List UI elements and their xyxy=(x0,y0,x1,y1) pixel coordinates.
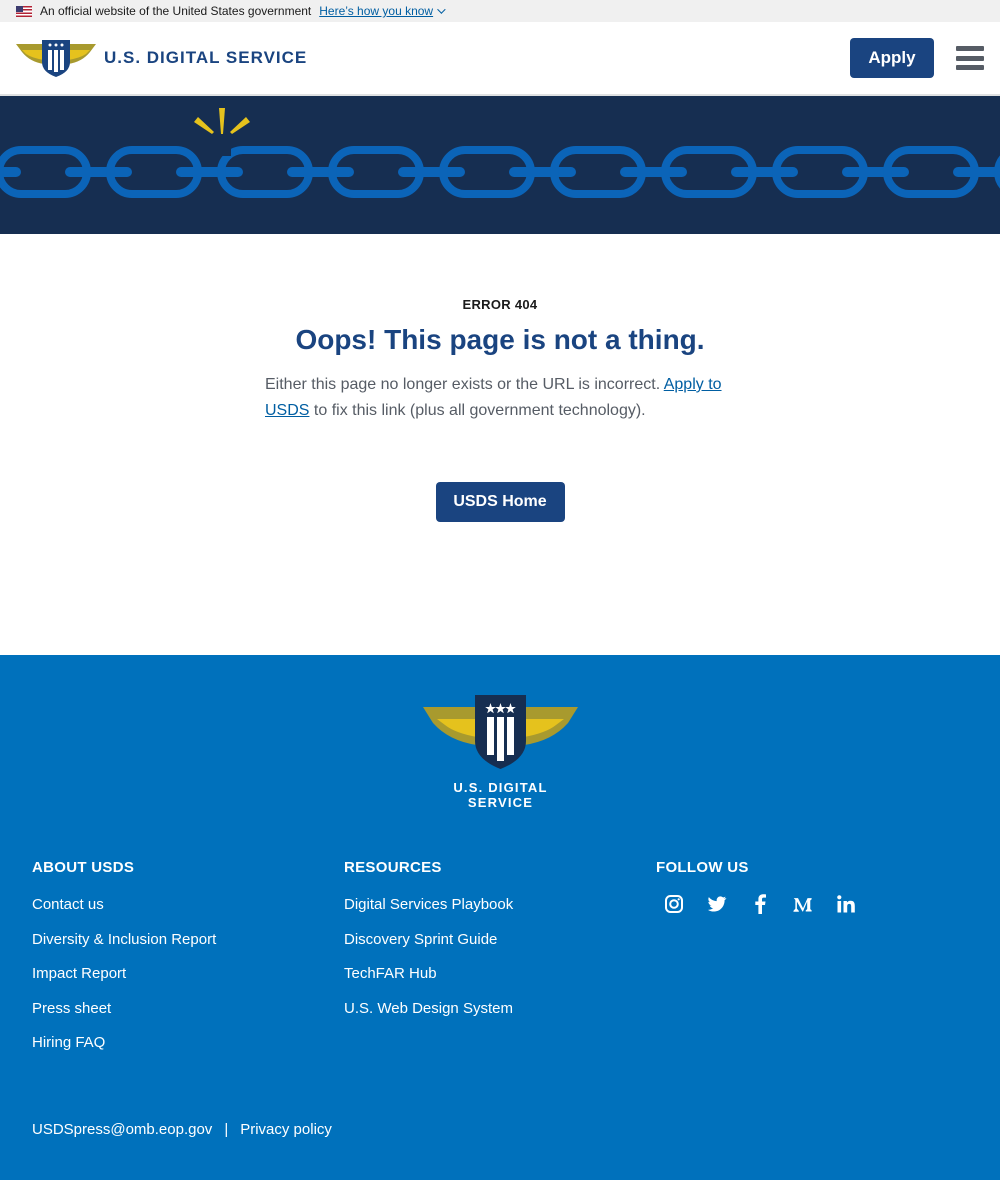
error-description-text: Either this page no longer exists or the… xyxy=(265,376,664,393)
heres-how-you-know-label[interactable]: Here’s how you know xyxy=(319,4,433,18)
footer-col-about: ABOUT USDS Contact us Diversity & Inclus… xyxy=(32,859,344,1069)
error-content: ERROR 404 Oops! This page is not a thing… xyxy=(0,234,1000,655)
footer-heading-about: ABOUT USDS xyxy=(32,859,135,876)
chain-connector xyxy=(509,167,576,177)
linkedin-icon[interactable] xyxy=(836,894,856,914)
chain-connector xyxy=(842,167,909,177)
site-header: U.S. DIGITAL SERVICE Apply xyxy=(0,22,1000,96)
us-flag-icon xyxy=(16,5,32,17)
footer-col-follow: FOLLOW US xyxy=(656,859,968,1069)
chain-connector xyxy=(65,167,132,177)
hero-broken-chain xyxy=(0,96,1000,234)
usds-wings-icon xyxy=(16,40,96,77)
chain-connector xyxy=(176,167,243,177)
logo-text: U.S. DIGITAL SERVICE xyxy=(104,48,308,67)
chain-break xyxy=(213,136,231,156)
privacy-policy-link[interactable]: Privacy policy xyxy=(240,1121,332,1138)
instagram-icon[interactable] xyxy=(664,894,684,914)
footer-link-hiring-faq[interactable]: Hiring FAQ xyxy=(32,1034,344,1069)
footer-link-techfar[interactable]: TechFAR Hub xyxy=(344,965,656,1000)
header-actions: Apply xyxy=(850,38,984,78)
footer-col-resources: RESOURCES Digital Services Playbook Disc… xyxy=(344,859,656,1069)
hamburger-menu-icon[interactable] xyxy=(956,46,984,70)
chevron-down-icon xyxy=(437,5,446,14)
medium-icon[interactable] xyxy=(793,894,813,914)
apply-button[interactable]: Apply xyxy=(850,38,934,78)
site-footer: U.S. DIGITAL SERVICE ABOUT USDS Contact … xyxy=(0,655,1000,1180)
chain-connector xyxy=(398,167,465,177)
usds-logo[interactable]: U.S. DIGITAL SERVICE xyxy=(16,38,307,78)
broken-chain-icon xyxy=(0,108,1000,198)
footer-bottom: USDSpress@omb.eop.gov | Privacy policy xyxy=(32,1121,332,1138)
error-code: ERROR 404 xyxy=(462,297,538,312)
chain-connector xyxy=(953,167,1000,177)
footer-heading-resources: RESOURCES xyxy=(344,859,442,876)
usds-home-button[interactable]: USDS Home xyxy=(435,482,565,522)
chain-connector xyxy=(287,167,354,177)
page-title: Oops! This page is not a thing. xyxy=(295,324,705,355)
usds-wings-icon xyxy=(423,695,578,769)
error-description: Either this page no longer exists or the… xyxy=(265,372,735,424)
error-description-text-end: to fix this link (plus all government te… xyxy=(309,402,646,419)
heres-how-you-know-link[interactable]: Here’s how you know xyxy=(319,4,446,18)
footer-link-diversity-report[interactable]: Diversity & Inclusion Report xyxy=(32,931,344,966)
social-links xyxy=(656,894,968,914)
footer-link-contact[interactable]: Contact us xyxy=(32,896,344,931)
facebook-icon[interactable] xyxy=(750,894,770,914)
gov-banner: An official website of the United States… xyxy=(0,0,1000,22)
footer-separator: | xyxy=(224,1121,229,1138)
footer-logo[interactable]: U.S. DIGITAL SERVICE xyxy=(423,695,578,810)
footer-link-press-sheet[interactable]: Press sheet xyxy=(32,1000,344,1035)
gov-banner-text: An official website of the United States… xyxy=(40,4,312,18)
press-email-link[interactable]: USDSpress@omb.eop.gov xyxy=(32,1121,212,1138)
chain-connector xyxy=(620,167,687,177)
footer-heading-follow: FOLLOW US xyxy=(656,859,749,876)
footer-link-impact-report[interactable]: Impact Report xyxy=(32,965,344,1000)
footer-link-uswds[interactable]: U.S. Web Design System xyxy=(344,1000,656,1035)
footer-logo-text: U.S. DIGITAL SERVICE xyxy=(453,780,548,810)
footer-link-discovery-sprint[interactable]: Discovery Sprint Guide xyxy=(344,931,656,966)
twitter-icon[interactable] xyxy=(707,894,727,914)
chain-connector xyxy=(731,167,798,177)
footer-columns: ABOUT USDS Contact us Diversity & Inclus… xyxy=(32,859,968,1069)
footer-link-playbook[interactable]: Digital Services Playbook xyxy=(344,896,656,931)
